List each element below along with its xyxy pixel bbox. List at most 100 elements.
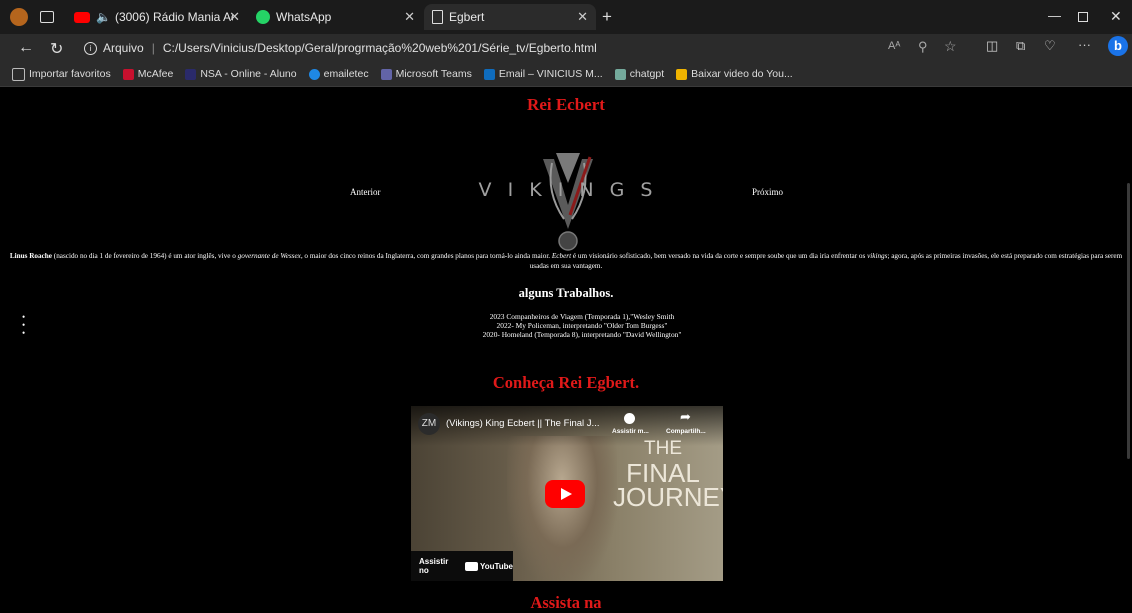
list-item: 2023 Companheiros de Viagem (Temporada 1… [489, 312, 675, 321]
import-icon [12, 67, 25, 81]
tab-egbert[interactable]: Egbert ✕ [424, 4, 596, 30]
copilot-icon[interactable]: b [1108, 36, 1128, 56]
new-tab-icon[interactable]: + [602, 7, 612, 27]
maximize-icon[interactable] [1078, 12, 1088, 22]
works-list: 2023 Companheiros de Viagem (Temporada 1… [0, 312, 1132, 339]
watch-on-label: Assistir no [419, 557, 449, 575]
page-content: Rei Ecbert Anterior V I K I N G S Próxim… [0, 87, 1132, 612]
tab-label: (3006) Rádio Mania Ao Vivo [114, 10, 233, 24]
watch-on-youtube-button[interactable]: Assistir no YouTube [411, 551, 513, 581]
bio-text: , o maior dos cinco reinos da Inglaterra… [300, 252, 552, 260]
youtube-embed[interactable]: ZM (Vikings) King Ecbert || The Final J.… [411, 406, 723, 581]
vikings-logo: V I K I N G S [448, 143, 688, 263]
close-tab-icon[interactable]: ✕ [577, 9, 588, 25]
bio-paragraph: Linus Roache (nascido no dia 1 de fevere… [4, 251, 1128, 271]
bookmark-label: chatgpt [629, 68, 665, 80]
bio-text: é um visionário sofisticado, bem versado… [571, 252, 868, 260]
browser-chrome: 🔈 (3006) Rádio Mania Ao Vivo ✕ WhatsApp … [0, 0, 1132, 87]
refresh-icon[interactable]: ↻ [50, 39, 63, 59]
nsa-icon [185, 68, 197, 80]
final-journey-overlay: THE FINAL JOURNEY [613, 437, 723, 512]
download-arrow-icon [676, 68, 688, 80]
bookmark-nsa[interactable]: NSA - Online - Aluno [185, 68, 297, 80]
bookmark-label: McAfee [137, 68, 174, 80]
page-icon [432, 10, 443, 24]
bookmarks-bar: Importar favoritos McAfee NSA - Online -… [0, 62, 1132, 87]
bookmark-chatgpt[interactable]: chatgpt [614, 68, 665, 80]
watch-later-label[interactable]: Assistir m... [612, 428, 649, 435]
tab-label: WhatsApp [276, 10, 332, 24]
close-window-icon[interactable]: ✕ [1110, 8, 1122, 25]
bookmark-label: Email – VINICIUS M... [498, 68, 603, 80]
tab-actions-icon[interactable] [40, 11, 54, 23]
bio-text: (nascido no dia 1 de fevereiro de 1964) … [52, 252, 238, 260]
tab-whatsapp[interactable]: WhatsApp ✕ [248, 4, 423, 30]
read-aloud-icon[interactable]: Aᴬ [888, 40, 900, 52]
video-title[interactable]: (Vikings) King Ecbert || The Final J... [446, 418, 599, 429]
bookmark-mcafee[interactable]: McAfee [122, 68, 174, 80]
outlook-icon [483, 68, 495, 80]
clock-icon[interactable] [624, 413, 635, 424]
address-bar-row: ← ↻ i Arquivo | C:/Users/Vinicius/Deskto… [0, 34, 1132, 62]
profile-icon[interactable] [10, 8, 28, 26]
address-bar[interactable]: i Arquivo | C:/Users/Vinicius/Desktop/Ge… [84, 38, 934, 58]
close-tab-icon[interactable]: ✕ [229, 9, 240, 25]
share-label[interactable]: Compartilh... [666, 428, 706, 435]
list-item: 2022- My Policeman, interpretando "Older… [496, 321, 668, 330]
tab-bar: 🔈 (3006) Rádio Mania Ao Vivo ✕ WhatsApp … [0, 0, 1132, 34]
play-button[interactable] [545, 480, 585, 508]
play-icon [561, 488, 572, 500]
actor-name: Linus Roache [9, 252, 52, 260]
whatsapp-icon [256, 10, 270, 24]
watch-heading: Assista na [530, 593, 602, 612]
bookmark-label: Baixar video do You... [691, 68, 793, 80]
bookmark-label: emailetec [323, 68, 369, 80]
close-tab-icon[interactable]: ✕ [404, 9, 415, 25]
list-item: 2020- Homeland (Temporada 8), interpreta… [482, 330, 682, 339]
back-icon[interactable]: ← [18, 39, 34, 57]
speaker-icon[interactable]: 🔈 [96, 10, 111, 24]
mcafee-icon [122, 68, 134, 80]
bookmark-emailetec[interactable]: emailetec [308, 68, 369, 80]
bio-emphasis: vikings [867, 252, 888, 260]
tab-radio[interactable]: 🔈 (3006) Rádio Mania Ao Vivo ✕ [66, 4, 248, 30]
previous-link[interactable]: Anterior [350, 187, 381, 197]
bio-emphasis: Ecbert [551, 252, 572, 260]
logo-text: V I K I N G S [478, 179, 658, 201]
scrollbar[interactable] [1127, 183, 1130, 459]
address-separator-icon: | [151, 41, 155, 55]
bookmark-teams[interactable]: Microsoft Teams [380, 68, 472, 80]
video-heading: Conheça Rei Egbert. [492, 373, 640, 392]
page-title: Rei Ecbert [527, 95, 605, 114]
teams-icon [380, 68, 392, 80]
overlay-line: JOURNEY [613, 482, 723, 512]
info-icon[interactable]: i [84, 41, 97, 55]
next-link[interactable]: Próximo [752, 187, 783, 197]
tab-label: Egbert [449, 10, 485, 24]
share-icon[interactable]: ➦ [680, 409, 691, 425]
chatgpt-icon [614, 68, 626, 80]
channel-avatar[interactable]: ZM [418, 413, 440, 435]
video-thumbnail-figure [507, 436, 617, 581]
address-prefix: Arquivo [103, 41, 144, 55]
youtube-wordmark: YouTube [479, 561, 513, 571]
bio-emphasis: governante de Wessex [237, 252, 301, 260]
collections-icon[interactable]: ⧉ [1016, 38, 1025, 54]
bookmark-import[interactable]: Importar favoritos [12, 67, 111, 81]
emailetec-icon [308, 68, 320, 80]
minimize-icon[interactable]: — [1048, 8, 1061, 23]
bookmark-label: Importar favoritos [29, 68, 111, 80]
extensions-icon[interactable]: ♡ [1044, 38, 1056, 54]
menu-icon[interactable]: ··· [1078, 37, 1091, 52]
bookmark-download[interactable]: Baixar video do You... [676, 68, 793, 80]
bookmark-label: Microsoft Teams [395, 68, 472, 80]
youtube-icon [74, 11, 90, 23]
works-title: alguns Trabalhos. [518, 286, 614, 300]
vikings-emblem-icon [543, 153, 593, 251]
favorite-star-icon[interactable]: ☆ [944, 38, 957, 55]
bookmark-label: NSA - Online - Aluno [200, 68, 297, 80]
zoom-icon[interactable]: ⚲ [918, 39, 928, 55]
bookmark-email[interactable]: Email – VINICIUS M... [483, 68, 603, 80]
address-url: C:/Users/Vinicius/Desktop/Geral/progrmaç… [162, 41, 597, 55]
split-screen-icon[interactable]: ◫ [986, 38, 998, 54]
